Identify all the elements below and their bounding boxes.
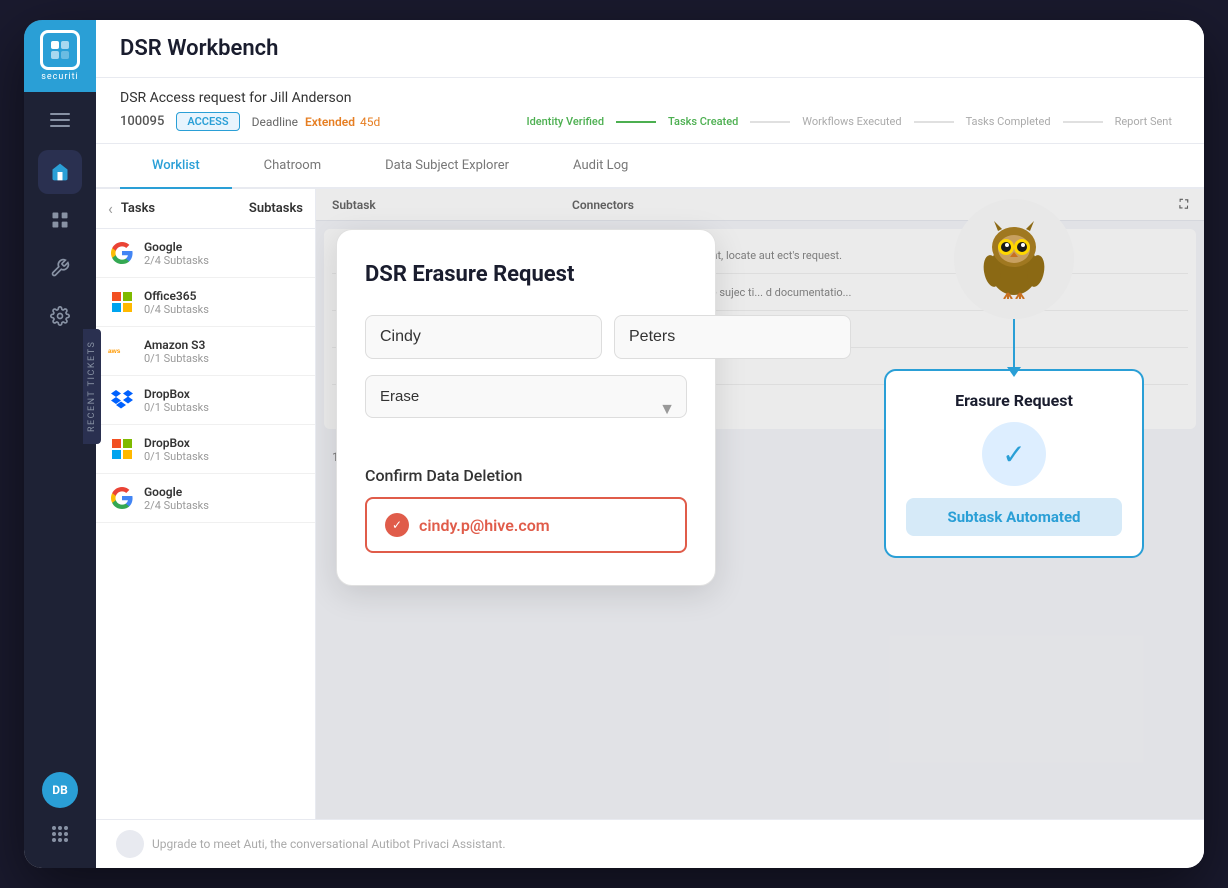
action-dropdown[interactable]: Erase Access Portability — [365, 375, 687, 418]
amazon-s3-logo: aws — [108, 337, 136, 365]
subtasks-heading: Subtasks — [249, 201, 303, 216]
sidebar-item-settings[interactable] — [38, 294, 82, 338]
sidebar-brand-text: securiti — [41, 72, 78, 82]
owl-icon — [974, 219, 1054, 299]
logo-icon — [40, 30, 80, 70]
email-check-icon: ✓ — [385, 513, 409, 537]
upgrade-text: Upgrade to meet Auti, the conversational… — [152, 837, 506, 851]
task-info-dropbox-2: DropBox 0/1 Subtasks — [144, 436, 303, 463]
name-fields — [365, 315, 687, 359]
last-name-input[interactable] — [614, 315, 851, 359]
sidebar-logo: securiti — [24, 20, 96, 92]
step-identity-verified: Identity Verified — [518, 115, 612, 128]
menu-toggle-button[interactable] — [24, 100, 96, 140]
modal-title: DSR Erasure Request — [365, 262, 687, 287]
tab-chatroom[interactable]: Chatroom — [232, 144, 353, 189]
check-circle: ✓ — [982, 422, 1046, 486]
user-avatar[interactable]: DB — [42, 772, 78, 808]
request-id: 100095 — [120, 114, 164, 129]
upgrade-dot-icon — [116, 830, 144, 858]
request-title: DSR Access request for Jill Anderson — [120, 90, 1180, 106]
deadline-text: Deadline Extended 45d — [252, 115, 381, 129]
request-header: DSR Access request for Jill Anderson 100… — [96, 78, 1204, 144]
sidebar-bottom: DB — [42, 772, 78, 868]
tab-data-subject-explorer[interactable]: Data Subject Explorer — [353, 144, 541, 189]
task-item-amazon-s3[interactable]: aws Amazon S3 0/1 Subtasks — [96, 327, 315, 376]
google-logo-2 — [108, 484, 136, 512]
owl-container — [954, 199, 1074, 319]
sidebar: securiti — [24, 20, 96, 868]
recent-tickets-tab[interactable]: RECENT TICKETS — [83, 329, 101, 444]
task-item-google-1[interactable]: Google 2/4 Subtasks — [96, 229, 315, 278]
erasure-request-box: Erasure Request ✓ Subtask Automated — [884, 369, 1144, 558]
step-tasks-created: Tasks Created — [660, 115, 746, 128]
access-badge: ACCESS — [176, 112, 239, 131]
task-info-google-1: Google 2/4 Subtasks — [144, 240, 303, 267]
sidebar-item-tools[interactable] — [38, 246, 82, 290]
step-workflows-executed: Workflows Executed — [794, 115, 909, 128]
top-bar: DSR Workbench — [96, 20, 1204, 78]
dropbox-logo-2 — [108, 435, 136, 463]
main-content: DSR Workbench DSR Access request for Jil… — [96, 20, 1204, 868]
tabs-bar: Worklist Chatroom Data Subject Explorer … — [96, 144, 1204, 189]
tab-audit-log[interactable]: Audit Log — [541, 144, 660, 189]
sidebar-item-home[interactable] — [38, 150, 82, 194]
progress-steps: Identity Verified Tasks Created Workflow… — [518, 115, 1180, 128]
task-info-dropbox-1: DropBox 0/1 Subtasks — [144, 387, 303, 414]
task-item-dropbox-1[interactable]: DropBox 0/1 Subtasks — [96, 376, 315, 425]
action-dropdown-wrapper: Erase Access Portability ▼ — [365, 375, 687, 442]
apps-icon[interactable] — [42, 816, 78, 852]
task-item-dropbox-2[interactable]: DropBox 0/1 Subtasks — [96, 425, 315, 474]
erasure-request-modal: DSR Erasure Request Erase Access Portabi… — [336, 229, 716, 586]
erasure-box-title: Erasure Request — [955, 391, 1073, 410]
office365-logo — [108, 288, 136, 316]
right-automation-panel: Erasure Request ✓ Subtask Automated — [844, 199, 1184, 558]
request-meta: 100095 ACCESS Deadline Extended 45d — [120, 112, 380, 131]
dropbox-logo-1 — [108, 386, 136, 414]
deadline-extended: Extended — [305, 115, 355, 129]
email-value: cindy.p@hive.com — [419, 516, 550, 535]
modal-overlay: DSR Erasure Request Erase Access Portabi… — [316, 189, 1204, 819]
task-item-google-2[interactable]: Google 2/4 Subtasks — [96, 474, 315, 523]
sidebar-item-dashboard[interactable] — [38, 198, 82, 242]
step-tasks-completed: Tasks Completed — [958, 115, 1059, 128]
back-chevron-icon[interactable]: ‹ — [108, 199, 113, 218]
google-logo-1 — [108, 239, 136, 267]
confirm-label: Confirm Data Deletion — [365, 466, 687, 485]
body-split: ‹ Tasks Subtasks Google — [96, 189, 1204, 819]
task-panel: ‹ Tasks Subtasks Google — [96, 189, 316, 819]
arrow-down-icon — [1013, 319, 1015, 369]
email-confirmation-box: ✓ cindy.p@hive.com — [365, 497, 687, 553]
first-name-input[interactable] — [365, 315, 602, 359]
upgrade-bar: Upgrade to meet Auti, the conversational… — [96, 819, 1204, 868]
step-report-sent: Report Sent — [1107, 115, 1180, 128]
task-info-google-2: Google 2/4 Subtasks — [144, 485, 303, 512]
page-title: DSR Workbench — [120, 36, 278, 61]
checkmark-icon: ✓ — [1002, 438, 1025, 471]
tasks-heading: Tasks — [121, 201, 241, 216]
task-item-office365[interactable]: Office365 0/4 Subtasks — [96, 278, 315, 327]
main-body: Subtask Connectors ⛶ Auto-Discovery → d … — [316, 189, 1204, 819]
sidebar-nav — [38, 150, 82, 772]
task-panel-header: ‹ Tasks Subtasks — [96, 189, 315, 229]
tab-worklist[interactable]: Worklist — [120, 144, 232, 189]
task-info-amazon-s3: Amazon S3 0/1 Subtasks — [144, 338, 303, 365]
task-info-office365: Office365 0/4 Subtasks — [144, 289, 303, 316]
svg-text:aws: aws — [108, 348, 121, 355]
subtask-automated-label: Subtask Automated — [906, 498, 1122, 536]
